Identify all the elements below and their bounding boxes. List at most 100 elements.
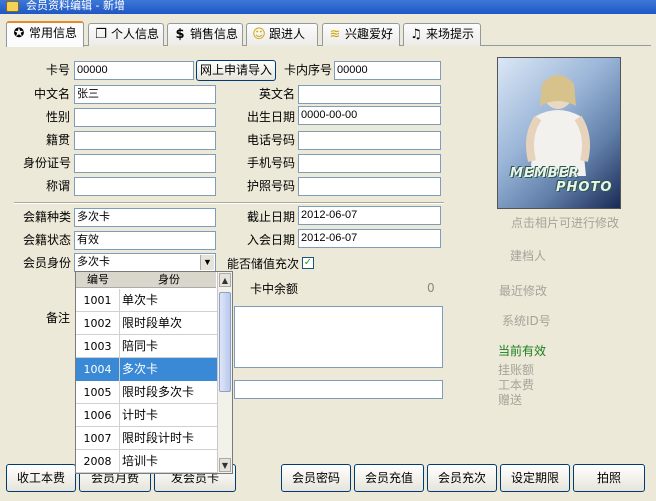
app-icon bbox=[6, 1, 19, 12]
native-place-field[interactable] bbox=[74, 131, 216, 150]
dropdown-option[interactable]: 1004 多次卡 bbox=[76, 358, 217, 381]
title-bar: 会员资料编辑 - 新增 bbox=[0, 0, 656, 14]
speaker-icon: ♫ bbox=[410, 27, 422, 42]
dropdown-scrollbar[interactable]: ▲ ▼ bbox=[217, 272, 232, 473]
tab-personal-info[interactable]: ❐ 个人信息 bbox=[88, 23, 164, 46]
card-no-field[interactable]: 00000 bbox=[74, 61, 194, 80]
dropdown-option[interactable]: 1006 计时卡 bbox=[76, 404, 217, 427]
mobile-field[interactable] bbox=[298, 154, 441, 173]
cn-name-field[interactable]: 张三 bbox=[74, 85, 216, 104]
passport-field[interactable] bbox=[298, 177, 441, 196]
photo-watermark-line2: PHOTO bbox=[556, 180, 613, 195]
person-silhouette bbox=[526, 75, 590, 176]
id-no-field[interactable] bbox=[74, 154, 216, 173]
id-no-label: 身份证号 bbox=[23, 156, 72, 170]
windows-icon: ❐ bbox=[95, 27, 107, 42]
name-column-header: 身份 bbox=[158, 273, 180, 286]
title-label: 称谓 bbox=[46, 179, 71, 193]
tab-common-info[interactable]: ✪ 常用信息 bbox=[6, 21, 84, 47]
dropdown-option[interactable]: 1002 限时段单次 bbox=[76, 312, 217, 335]
cn-name-label: 中文名 bbox=[34, 87, 71, 101]
birthday-field[interactable]: 0000-00-00 bbox=[298, 106, 441, 125]
tab-sales-info[interactable]: $ 销售信息 bbox=[167, 23, 243, 46]
password-button[interactable]: 会员密码 bbox=[281, 464, 351, 492]
online-import-button[interactable]: 网上申请导入 bbox=[196, 60, 276, 81]
extra-field[interactable] bbox=[234, 380, 443, 399]
chevron-down-icon[interactable]: ▼ bbox=[200, 255, 214, 270]
member-identity-value: 多次卡 bbox=[77, 256, 110, 268]
stored-value-checkbox[interactable]: ✓ bbox=[302, 257, 314, 269]
birthday-label: 出生日期 bbox=[247, 110, 296, 124]
card-balance-label: 卡中余额 bbox=[250, 282, 299, 296]
photo-hint: 点击相片可进行修改 bbox=[511, 216, 620, 230]
member-identity-select[interactable]: 多次卡 ▼ bbox=[74, 253, 216, 272]
creator-label: 建档人 bbox=[510, 249, 547, 263]
tab-bar: ✪ 常用信息 ❐ 个人信息 $ 销售信息 ☺ 跟进人 ≋ 兴趣爱好 ♫ 来场提示 bbox=[6, 21, 651, 47]
code-column-header: 编号 bbox=[87, 273, 109, 286]
option-name: 培训卡 bbox=[122, 454, 159, 468]
phone-field[interactable] bbox=[298, 131, 441, 150]
option-code: 1006 bbox=[76, 404, 120, 427]
tab-label: 来场提示 bbox=[426, 27, 475, 41]
tab-hobbies[interactable]: ≋ 兴趣爱好 bbox=[322, 23, 400, 46]
inner-no-field[interactable]: 00000 bbox=[334, 61, 441, 80]
tab-followup[interactable]: ☺ 跟进人 bbox=[246, 23, 318, 46]
tab-label: 销售信息 bbox=[190, 27, 239, 41]
system-id-label: 系统ID号 bbox=[502, 314, 551, 328]
option-code: 1005 bbox=[76, 381, 120, 404]
title-field[interactable] bbox=[74, 177, 216, 196]
phone-label: 电话号码 bbox=[247, 133, 296, 147]
dropdown-option[interactable]: 2008 培训卡 bbox=[76, 450, 217, 473]
option-name: 计时卡 bbox=[122, 408, 159, 422]
smiley-icon: ☺ bbox=[252, 27, 266, 42]
option-name: 多次卡 bbox=[122, 362, 159, 376]
option-code: 1004 bbox=[76, 358, 120, 381]
option-name: 陪同卡 bbox=[122, 339, 159, 353]
join-date-field[interactable]: 2012-06-07 bbox=[298, 229, 441, 248]
card-balance-value: 0 bbox=[427, 281, 435, 295]
en-name-label: 英文名 bbox=[259, 87, 296, 101]
recharge-button[interactable]: 会员充值 bbox=[354, 464, 424, 492]
member-identity-label: 会员身份 bbox=[23, 256, 72, 270]
option-code: 1002 bbox=[76, 312, 120, 335]
dropdown-option[interactable]: 1001 单次卡 bbox=[76, 289, 217, 312]
scroll-up-arrow[interactable]: ▲ bbox=[219, 273, 231, 287]
gender-field[interactable] bbox=[74, 108, 216, 127]
passport-label: 护照号码 bbox=[247, 179, 296, 193]
remarks-textarea[interactable] bbox=[234, 306, 443, 368]
option-name: 限时段多次卡 bbox=[122, 385, 195, 399]
native-place-label: 籍贯 bbox=[46, 133, 71, 147]
fee-button[interactable]: 收工本费 bbox=[6, 464, 76, 492]
membership-status-field[interactable]: 有效 bbox=[74, 231, 216, 250]
scrollbar-thumb[interactable] bbox=[219, 292, 231, 392]
photo-watermark-line1: MEMBER bbox=[510, 166, 580, 181]
membership-type-field[interactable]: 多次卡 bbox=[74, 208, 216, 227]
member-photo[interactable]: MEMBER PHOTO bbox=[497, 57, 621, 209]
dropdown-option[interactable]: 1003 陪同卡 bbox=[76, 335, 217, 358]
on-account-label: 挂账额 bbox=[498, 363, 535, 377]
dropdown-option[interactable]: 1005 限时段多次卡 bbox=[76, 381, 217, 404]
expiry-field[interactable]: 2012-06-07 bbox=[298, 206, 441, 225]
fee-label: 工本费 bbox=[498, 378, 535, 392]
tab-label: 常用信息 bbox=[29, 26, 78, 40]
window-title: 会员资料编辑 - 新增 bbox=[26, 0, 125, 12]
photo-button[interactable]: 拍照 bbox=[573, 464, 645, 492]
set-period-button[interactable]: 设定期限 bbox=[500, 464, 570, 492]
tab-label: 个人信息 bbox=[111, 27, 160, 41]
stored-value-label: 能否储值充次 bbox=[227, 257, 300, 271]
tab-entry-alert[interactable]: ♫ 来场提示 bbox=[403, 23, 481, 46]
inner-no-label: 卡内序号 bbox=[284, 63, 333, 77]
id-card-icon: ✪ bbox=[13, 26, 25, 41]
dropdown-option[interactable]: 1007 限时段计时卡 bbox=[76, 427, 217, 450]
membership-status-label: 会籍状态 bbox=[23, 233, 72, 247]
option-code: 2008 bbox=[76, 450, 120, 473]
expiry-label: 截止日期 bbox=[247, 210, 296, 224]
en-name-field[interactable] bbox=[298, 85, 441, 104]
option-code: 1007 bbox=[76, 427, 120, 450]
option-name: 单次卡 bbox=[122, 293, 159, 307]
scroll-down-arrow[interactable]: ▼ bbox=[219, 458, 231, 472]
sound-wave-icon: ≋ bbox=[329, 27, 341, 42]
member-identity-dropdown[interactable]: 编号 身份 1001 单次卡 1002 限时段单次 1003 陪同卡 1004 多次卡 1005… bbox=[75, 271, 233, 474]
recharge-count-button[interactable]: 会员充次 bbox=[427, 464, 497, 492]
join-date-label: 入会日期 bbox=[247, 233, 296, 247]
